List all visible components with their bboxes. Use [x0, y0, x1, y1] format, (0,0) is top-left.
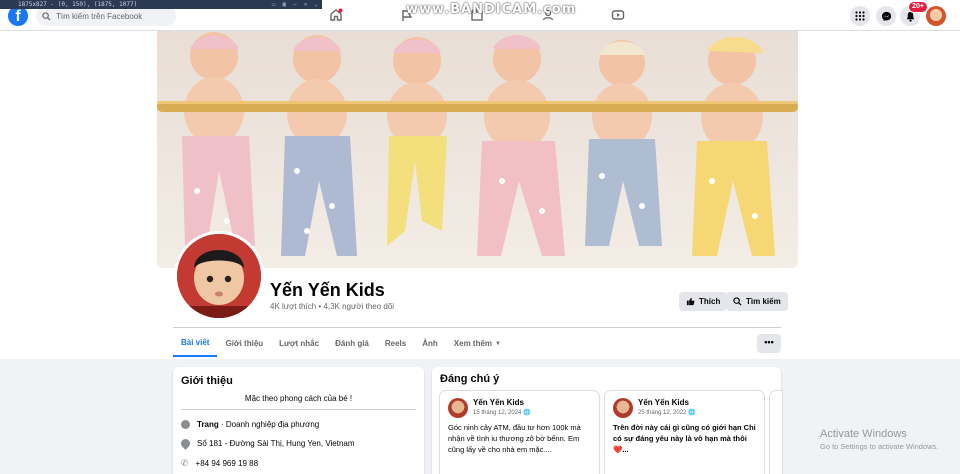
globe-icon: 🌐	[523, 410, 531, 416]
tab-mentions[interactable]: Lượt nhắc	[271, 331, 327, 357]
post-date[interactable]: 15 tháng 12, 2024 🌐	[473, 409, 531, 416]
tab-more[interactable]: Xem thêm ▼	[446, 331, 509, 357]
intro-address-row: Số 181 - Đường Sài Thị, Hung Yen, Vietna…	[179, 437, 416, 450]
post-author-avatar[interactable]	[448, 398, 468, 418]
info-icon	[181, 420, 190, 429]
menu-button[interactable]	[850, 6, 870, 26]
intro-phone[interactable]: +84 94 969 19 88	[196, 459, 259, 468]
intro-card: Giới thiệu Mặc theo phong cách của bé ! …	[173, 367, 424, 474]
search-icon	[733, 297, 742, 306]
notifications-button[interactable]: 20+	[900, 1, 928, 26]
search-placeholder: Tìm kiếm trên Facebook	[56, 11, 143, 21]
page-stats: 4K lượt thích • 4,3K người theo dõi	[270, 302, 395, 311]
intro-bio: Mặc theo phong cách của bé !	[181, 394, 416, 410]
tab-about[interactable]: Giới thiệu	[217, 331, 271, 357]
globe-icon: 🌐	[688, 410, 696, 416]
home-icon	[330, 8, 343, 21]
tab-label: Xem thêm	[453, 339, 493, 348]
featured-post-peek[interactable]	[770, 391, 782, 474]
home-nav-button[interactable]	[327, 7, 345, 23]
post-date-text: 25 tháng 12, 2022	[638, 410, 687, 416]
tab-photos[interactable]: Ảnh	[414, 331, 446, 357]
post-text: Trên đời này cái gì cũng có giới hạn Chỉ…	[613, 423, 756, 454]
search-icon	[42, 11, 51, 21]
activate-title: Activate Windows	[820, 428, 907, 440]
header-divider	[173, 327, 781, 328]
tab-label: Giới thiệu	[225, 339, 264, 348]
cover-illustration	[157, 31, 798, 268]
recorder-folder-icon[interactable]: ▭	[272, 0, 276, 9]
activate-subtitle: Go to Settings to activate Windows.	[820, 442, 939, 451]
search-page-button[interactable]: Tìm kiếm	[726, 292, 788, 311]
category-name: · Doanh nghiệp địa phương	[218, 420, 320, 429]
tab-label: Ảnh	[422, 339, 438, 348]
featured-title: Đáng chú ý	[440, 373, 500, 385]
featured-post[interactable]: Yến Yến Kids 15 tháng 12, 2024 🌐 Góc nin…	[440, 391, 599, 474]
facebook-logo[interactable]: f	[8, 6, 28, 26]
post-author-avatar[interactable]	[613, 398, 633, 418]
category-prefix: Trang	[197, 420, 219, 429]
intro-phone-row: ✆ +84 94 969 19 88	[181, 458, 416, 469]
post-author[interactable]: Yến Yến Kids	[473, 398, 524, 407]
location-pin-icon	[179, 437, 192, 450]
recorder-expand-icon[interactable]: ⌄	[314, 0, 318, 9]
tab-reels[interactable]: Reels	[377, 331, 414, 357]
recorder-image-icon[interactable]: ▣	[283, 0, 287, 9]
phone-icon: ✆	[181, 458, 189, 468]
recorder-bar-text: 1875x827 - (0, 150), (1875, 1077)	[18, 1, 138, 8]
watch-nav-button[interactable]	[609, 7, 627, 23]
search-button-label: Tìm kiếm	[746, 297, 781, 306]
like-button-label: Thích	[699, 297, 721, 306]
account-avatar[interactable]	[926, 6, 946, 26]
post-text: Góc ninh cây ATM, đầu tư hơn 100k mà nhậ…	[448, 423, 581, 454]
tab-label: Đánh giá	[335, 339, 369, 348]
tab-label: Lượt nhắc	[279, 339, 320, 348]
post-date-text: 15 tháng 12, 2024	[473, 410, 522, 416]
tab-reviews[interactable]: Đánh giá	[327, 331, 377, 357]
thumbs-up-icon	[686, 297, 695, 306]
tab-posts[interactable]: Bài viết	[173, 331, 218, 357]
profile-picture[interactable]	[174, 231, 264, 321]
intro-category-row: Trang · Doanh nghiệp địa phương	[181, 420, 416, 429]
more-options-button[interactable]: •••	[757, 334, 781, 353]
grid-menu-icon	[855, 11, 865, 21]
messenger-button[interactable]	[876, 6, 896, 26]
recorder-watermark: www.BANDICAM.com	[406, 2, 577, 17]
intro-address[interactable]: Số 181 - Đường Sài Thị, Hung Yen, Vietna…	[197, 439, 355, 448]
recorder-hide-icon[interactable]: —	[293, 0, 297, 9]
page-tabs: Bài viết Giới thiệu Lượt nhắc Đánh giá R…	[173, 331, 509, 359]
recorder-close-icon[interactable]: ✕	[304, 0, 308, 9]
search-input[interactable]: Tìm kiếm trên Facebook	[36, 6, 176, 26]
post-date[interactable]: 25 tháng 12, 2022 🌐	[638, 409, 696, 416]
post-author[interactable]: Yến Yến Kids	[638, 398, 689, 407]
play-icon	[611, 10, 625, 20]
tab-label: Bài viết	[181, 338, 210, 347]
notification-count-badge: 20+	[908, 1, 928, 13]
messenger-icon	[881, 11, 891, 21]
featured-post[interactable]: Yến Yến Kids 25 tháng 12, 2022 🌐 Trên đờ…	[605, 391, 764, 474]
like-page-button[interactable]: Thích	[679, 292, 728, 311]
tab-label: Reels	[384, 339, 407, 348]
windows-activation-watermark: Activate Windows Go to Settings to activ…	[820, 428, 938, 451]
intro-title: Giới thiệu	[181, 375, 233, 387]
featured-card: Đáng chú ý Yến Yến Kids 15 tháng 12, 202…	[432, 367, 781, 474]
cover-photo[interactable]	[157, 31, 798, 268]
intro-category: Trang · Doanh nghiệp địa phương	[197, 420, 319, 429]
profile-picture-illustration	[177, 234, 261, 318]
recorder-title-bar: 1875x827 - (0, 150), (1875, 1077) ▭ ▣ — …	[0, 0, 322, 9]
page-title: Yến Yến Kids	[270, 280, 385, 300]
caret-down-icon: ▼	[495, 341, 501, 347]
